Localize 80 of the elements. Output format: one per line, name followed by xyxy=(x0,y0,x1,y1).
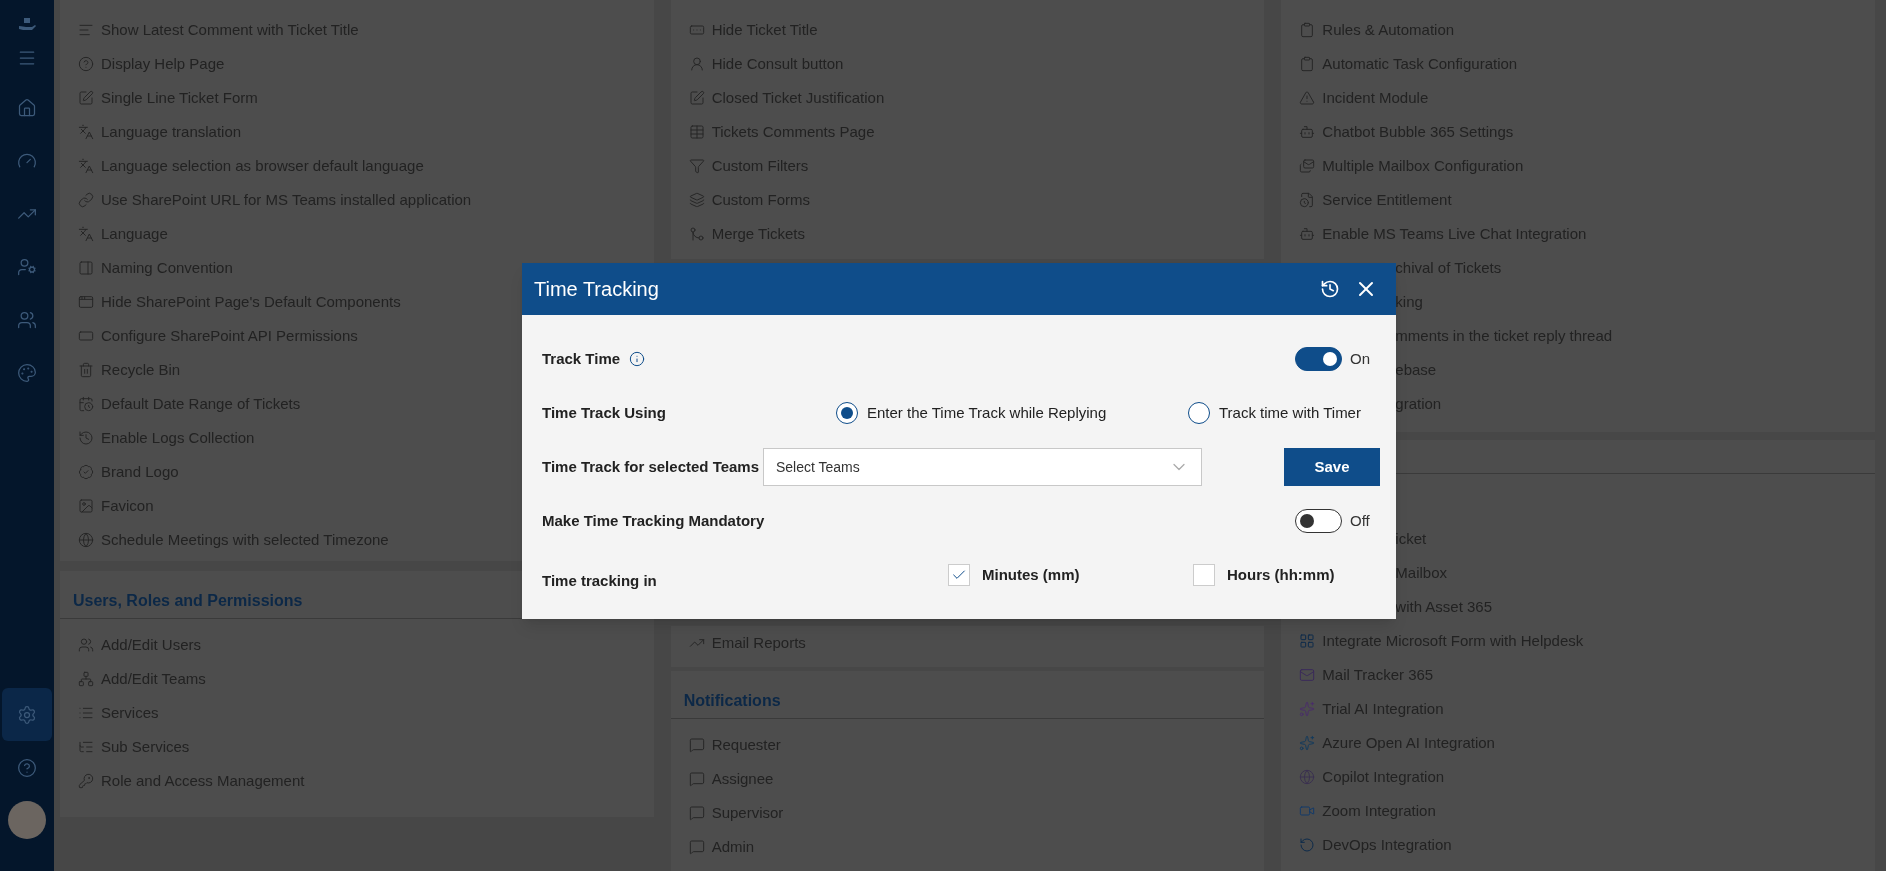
checkbox-label: Minutes (mm) xyxy=(982,564,1080,585)
trash-icon xyxy=(78,362,94,378)
field-label: Time tracking in xyxy=(542,570,658,591)
image-icon xyxy=(78,498,94,514)
checkbox[interactable] xyxy=(1193,564,1215,586)
history-icon xyxy=(1320,279,1340,299)
table-icon xyxy=(688,124,705,140)
lines-icon xyxy=(78,22,94,38)
users-icon xyxy=(78,637,94,653)
help-icon xyxy=(17,757,37,778)
pen-square-icon xyxy=(688,90,705,106)
pen-square-icon xyxy=(78,90,94,106)
calendar-icon xyxy=(78,396,94,412)
users-icon xyxy=(17,309,37,330)
grid-icon xyxy=(1299,633,1316,649)
sparkle-icon xyxy=(1299,701,1316,717)
bot-icon xyxy=(1299,226,1316,242)
field-label: Time Track Using xyxy=(542,402,667,423)
panel-icon xyxy=(78,260,94,276)
field-label: Make Time Tracking Mandatory xyxy=(542,510,765,531)
mail-icon xyxy=(1299,667,1316,683)
key-icon xyxy=(78,773,94,789)
clipboard-icon xyxy=(1299,22,1316,38)
history-icon xyxy=(78,430,94,446)
history-button[interactable] xyxy=(1320,279,1340,299)
ellipsis-box-icon xyxy=(688,22,705,38)
globe-icon xyxy=(1299,769,1316,785)
avatar[interactable] xyxy=(8,801,46,839)
filter-icon xyxy=(688,158,705,174)
help-icon xyxy=(78,56,94,72)
palette-icon xyxy=(17,362,37,383)
video-icon xyxy=(1299,803,1316,819)
settings-icon xyxy=(17,704,37,725)
warning-icon xyxy=(1299,90,1316,106)
translate-icon xyxy=(78,158,94,174)
section-heading: Notifications xyxy=(683,691,781,711)
sidebar-button[interactable] xyxy=(2,688,52,741)
toggle-switch[interactable] xyxy=(1295,347,1342,371)
list-tree-icon xyxy=(78,739,94,755)
badge-icon xyxy=(78,464,94,480)
radio-button[interactable] xyxy=(836,402,858,424)
layers-icon xyxy=(688,192,705,208)
radio-label: Enter the Time Track while Replying xyxy=(867,402,1107,423)
globe-icon xyxy=(78,532,94,548)
field-label: Track Time xyxy=(542,348,621,369)
clipboard-icon xyxy=(1299,56,1316,72)
user-icon xyxy=(688,56,705,72)
toggle-state-label: Off xyxy=(1350,510,1371,531)
loop-arrow-icon xyxy=(1299,837,1316,853)
save-button[interactable]: Save xyxy=(1284,448,1380,486)
merge-icon xyxy=(688,226,705,242)
section-heading: Users, Roles and Permissions xyxy=(73,591,303,611)
window-icon xyxy=(78,294,94,310)
teams-select[interactable]: Select Teams xyxy=(763,448,1202,486)
mails-icon xyxy=(1299,158,1316,174)
bot-icon xyxy=(1299,124,1316,140)
sparkle-icon xyxy=(1299,735,1316,751)
file-clock-icon xyxy=(1299,192,1316,208)
message-icon xyxy=(688,737,705,753)
network-icon xyxy=(78,671,94,687)
link-icon xyxy=(78,192,94,208)
checkbox-label: Hours (hh:mm) xyxy=(1227,564,1335,585)
select-placeholder: Select Teams xyxy=(776,457,860,477)
translate-icon xyxy=(78,124,94,140)
message-icon xyxy=(688,805,705,821)
home-icon xyxy=(17,97,37,118)
message-icon xyxy=(688,839,705,855)
message-icon xyxy=(688,771,705,787)
radio-button[interactable] xyxy=(1188,402,1210,424)
checkbox[interactable] xyxy=(948,564,970,586)
toggle-switch[interactable] xyxy=(1295,509,1342,533)
dialog-title: Time Tracking xyxy=(534,277,659,302)
info-icon[interactable] xyxy=(629,351,646,367)
user-cog-icon xyxy=(17,256,37,277)
radio-label: Track time with Timer xyxy=(1219,402,1361,423)
list-icon xyxy=(78,705,94,721)
rectangle-icon xyxy=(78,328,94,344)
field-label: Time Track for selected Teams xyxy=(542,456,761,477)
translate-icon xyxy=(78,226,94,242)
toggle-state-label: On xyxy=(1350,348,1371,369)
